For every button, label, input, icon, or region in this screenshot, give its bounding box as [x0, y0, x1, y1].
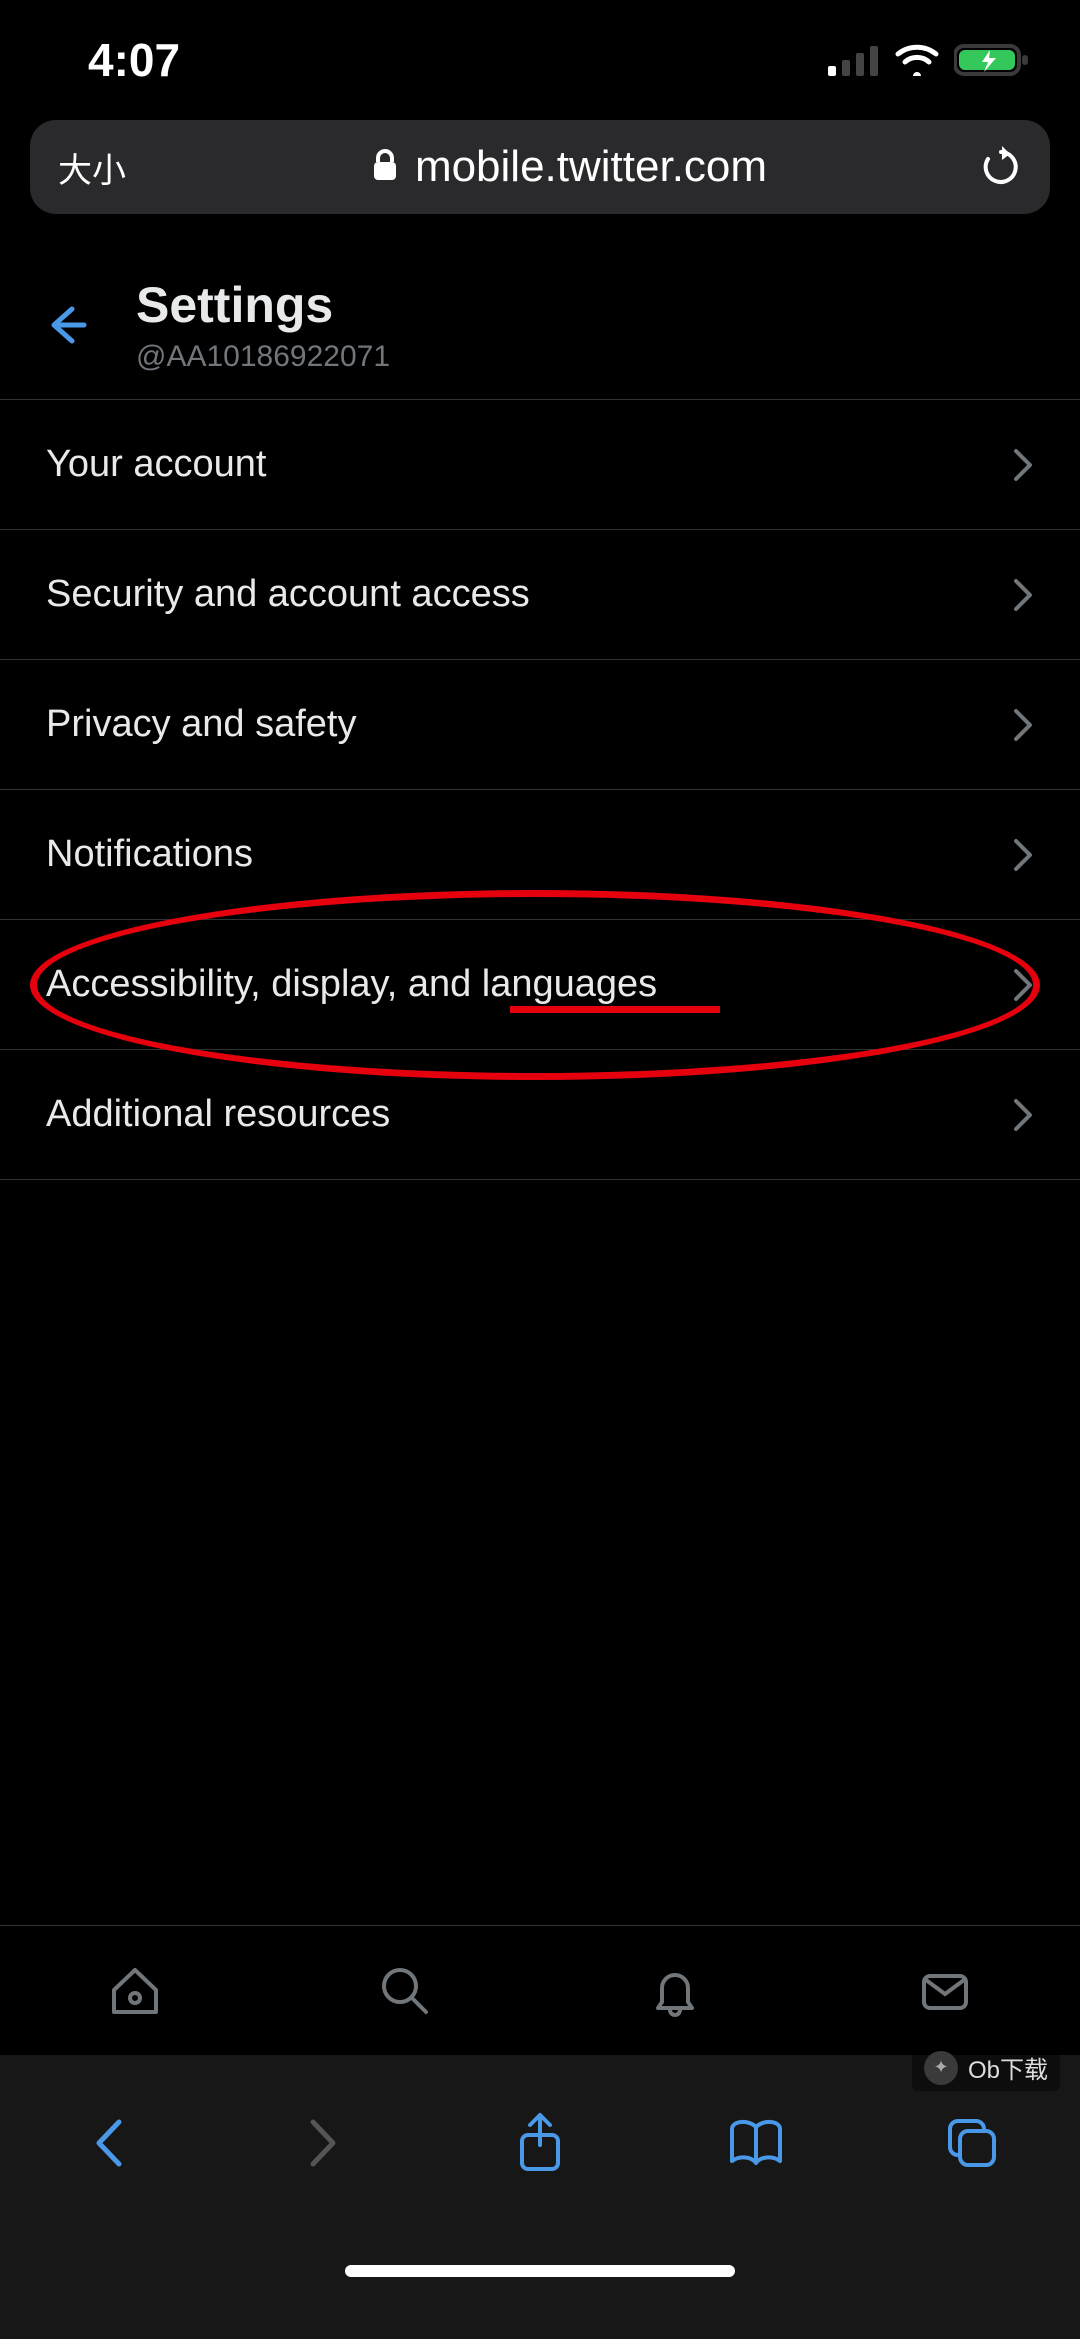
safari-url-bar: 大小 mobile.twitter.com: [0, 120, 1080, 250]
home-icon: [106, 1962, 164, 2020]
twitter-settings-page: Settings @AA10186922071 Your account Sec…: [0, 250, 1080, 1180]
settings-row-label: Your account: [46, 443, 266, 486]
url-text: mobile.twitter.com: [415, 142, 767, 192]
cellular-signal-icon: [828, 44, 880, 76]
page-title: Settings: [136, 276, 390, 334]
twitter-bottom-nav: [0, 1925, 1080, 2055]
settings-row-notifications[interactable]: Notifications: [0, 790, 1080, 920]
wifi-icon: [894, 44, 940, 76]
chevron-right-icon: [1012, 1097, 1034, 1133]
toolbar-tabs[interactable]: [864, 2115, 1080, 2176]
settings-header: Settings @AA10186922071: [0, 250, 1080, 400]
back-button[interactable]: [26, 301, 106, 349]
wechat-icon: ✦: [924, 2051, 958, 2085]
toolbar-bookmarks[interactable]: [648, 2117, 864, 2174]
settings-list: Your account Security and account access…: [0, 400, 1080, 1180]
mail-icon: [916, 1962, 974, 2020]
toolbar-share[interactable]: [432, 2111, 648, 2180]
safari-bottom-toolbar: [0, 2055, 1080, 2339]
watermark-text: Ob下载: [968, 2050, 1048, 2085]
nav-search[interactable]: [270, 1962, 540, 2020]
nav-messages[interactable]: [810, 1962, 1080, 2020]
status-indicators: [828, 42, 1032, 78]
settings-row-label: Privacy and safety: [46, 703, 356, 746]
toolbar-back[interactable]: [0, 2114, 216, 2177]
bell-icon: [646, 1962, 704, 2020]
share-icon: [514, 2111, 566, 2180]
username-subtitle: @AA10186922071: [136, 340, 390, 374]
reload-button[interactable]: [980, 146, 1022, 188]
nav-notifications[interactable]: [540, 1962, 810, 2020]
lock-icon: [371, 148, 399, 187]
chevron-right-icon: [1012, 447, 1034, 483]
chevron-right-icon: [1012, 967, 1034, 1003]
reader-mode-button[interactable]: 大小: [58, 143, 158, 192]
chevron-right-icon: [1012, 837, 1034, 873]
url-display[interactable]: mobile.twitter.com: [371, 142, 767, 192]
nav-home[interactable]: [0, 1962, 270, 2020]
book-icon: [724, 2117, 788, 2174]
settings-row-security[interactable]: Security and account access: [0, 530, 1080, 660]
settings-row-your-account[interactable]: Your account: [0, 400, 1080, 530]
status-bar: 4:07: [0, 0, 1080, 120]
settings-row-accessibility[interactable]: Accessibility, display, and languages: [0, 920, 1080, 1050]
watermark: ✦ Ob下载: [912, 2044, 1060, 2091]
battery-charging-icon: [954, 42, 1032, 78]
home-indicator[interactable]: [345, 2265, 735, 2277]
settings-row-privacy[interactable]: Privacy and safety: [0, 660, 1080, 790]
status-time: 4:07: [88, 33, 180, 87]
chevron-left-icon: [89, 2114, 127, 2177]
tabs-icon: [944, 2115, 1000, 2176]
settings-row-label: Accessibility, display, and languages: [46, 963, 657, 1006]
annotation-underline: [510, 1006, 720, 1013]
chevron-right-icon: [305, 2114, 343, 2177]
chevron-right-icon: [1012, 707, 1034, 743]
chevron-right-icon: [1012, 577, 1034, 613]
settings-row-additional[interactable]: Additional resources: [0, 1050, 1080, 1180]
url-pill[interactable]: 大小 mobile.twitter.com: [30, 120, 1050, 214]
settings-row-label: Notifications: [46, 833, 253, 876]
settings-row-label: Additional resources: [46, 1093, 390, 1136]
toolbar-forward[interactable]: [216, 2114, 432, 2177]
settings-row-label: Security and account access: [46, 573, 530, 616]
search-icon: [376, 1962, 434, 2020]
